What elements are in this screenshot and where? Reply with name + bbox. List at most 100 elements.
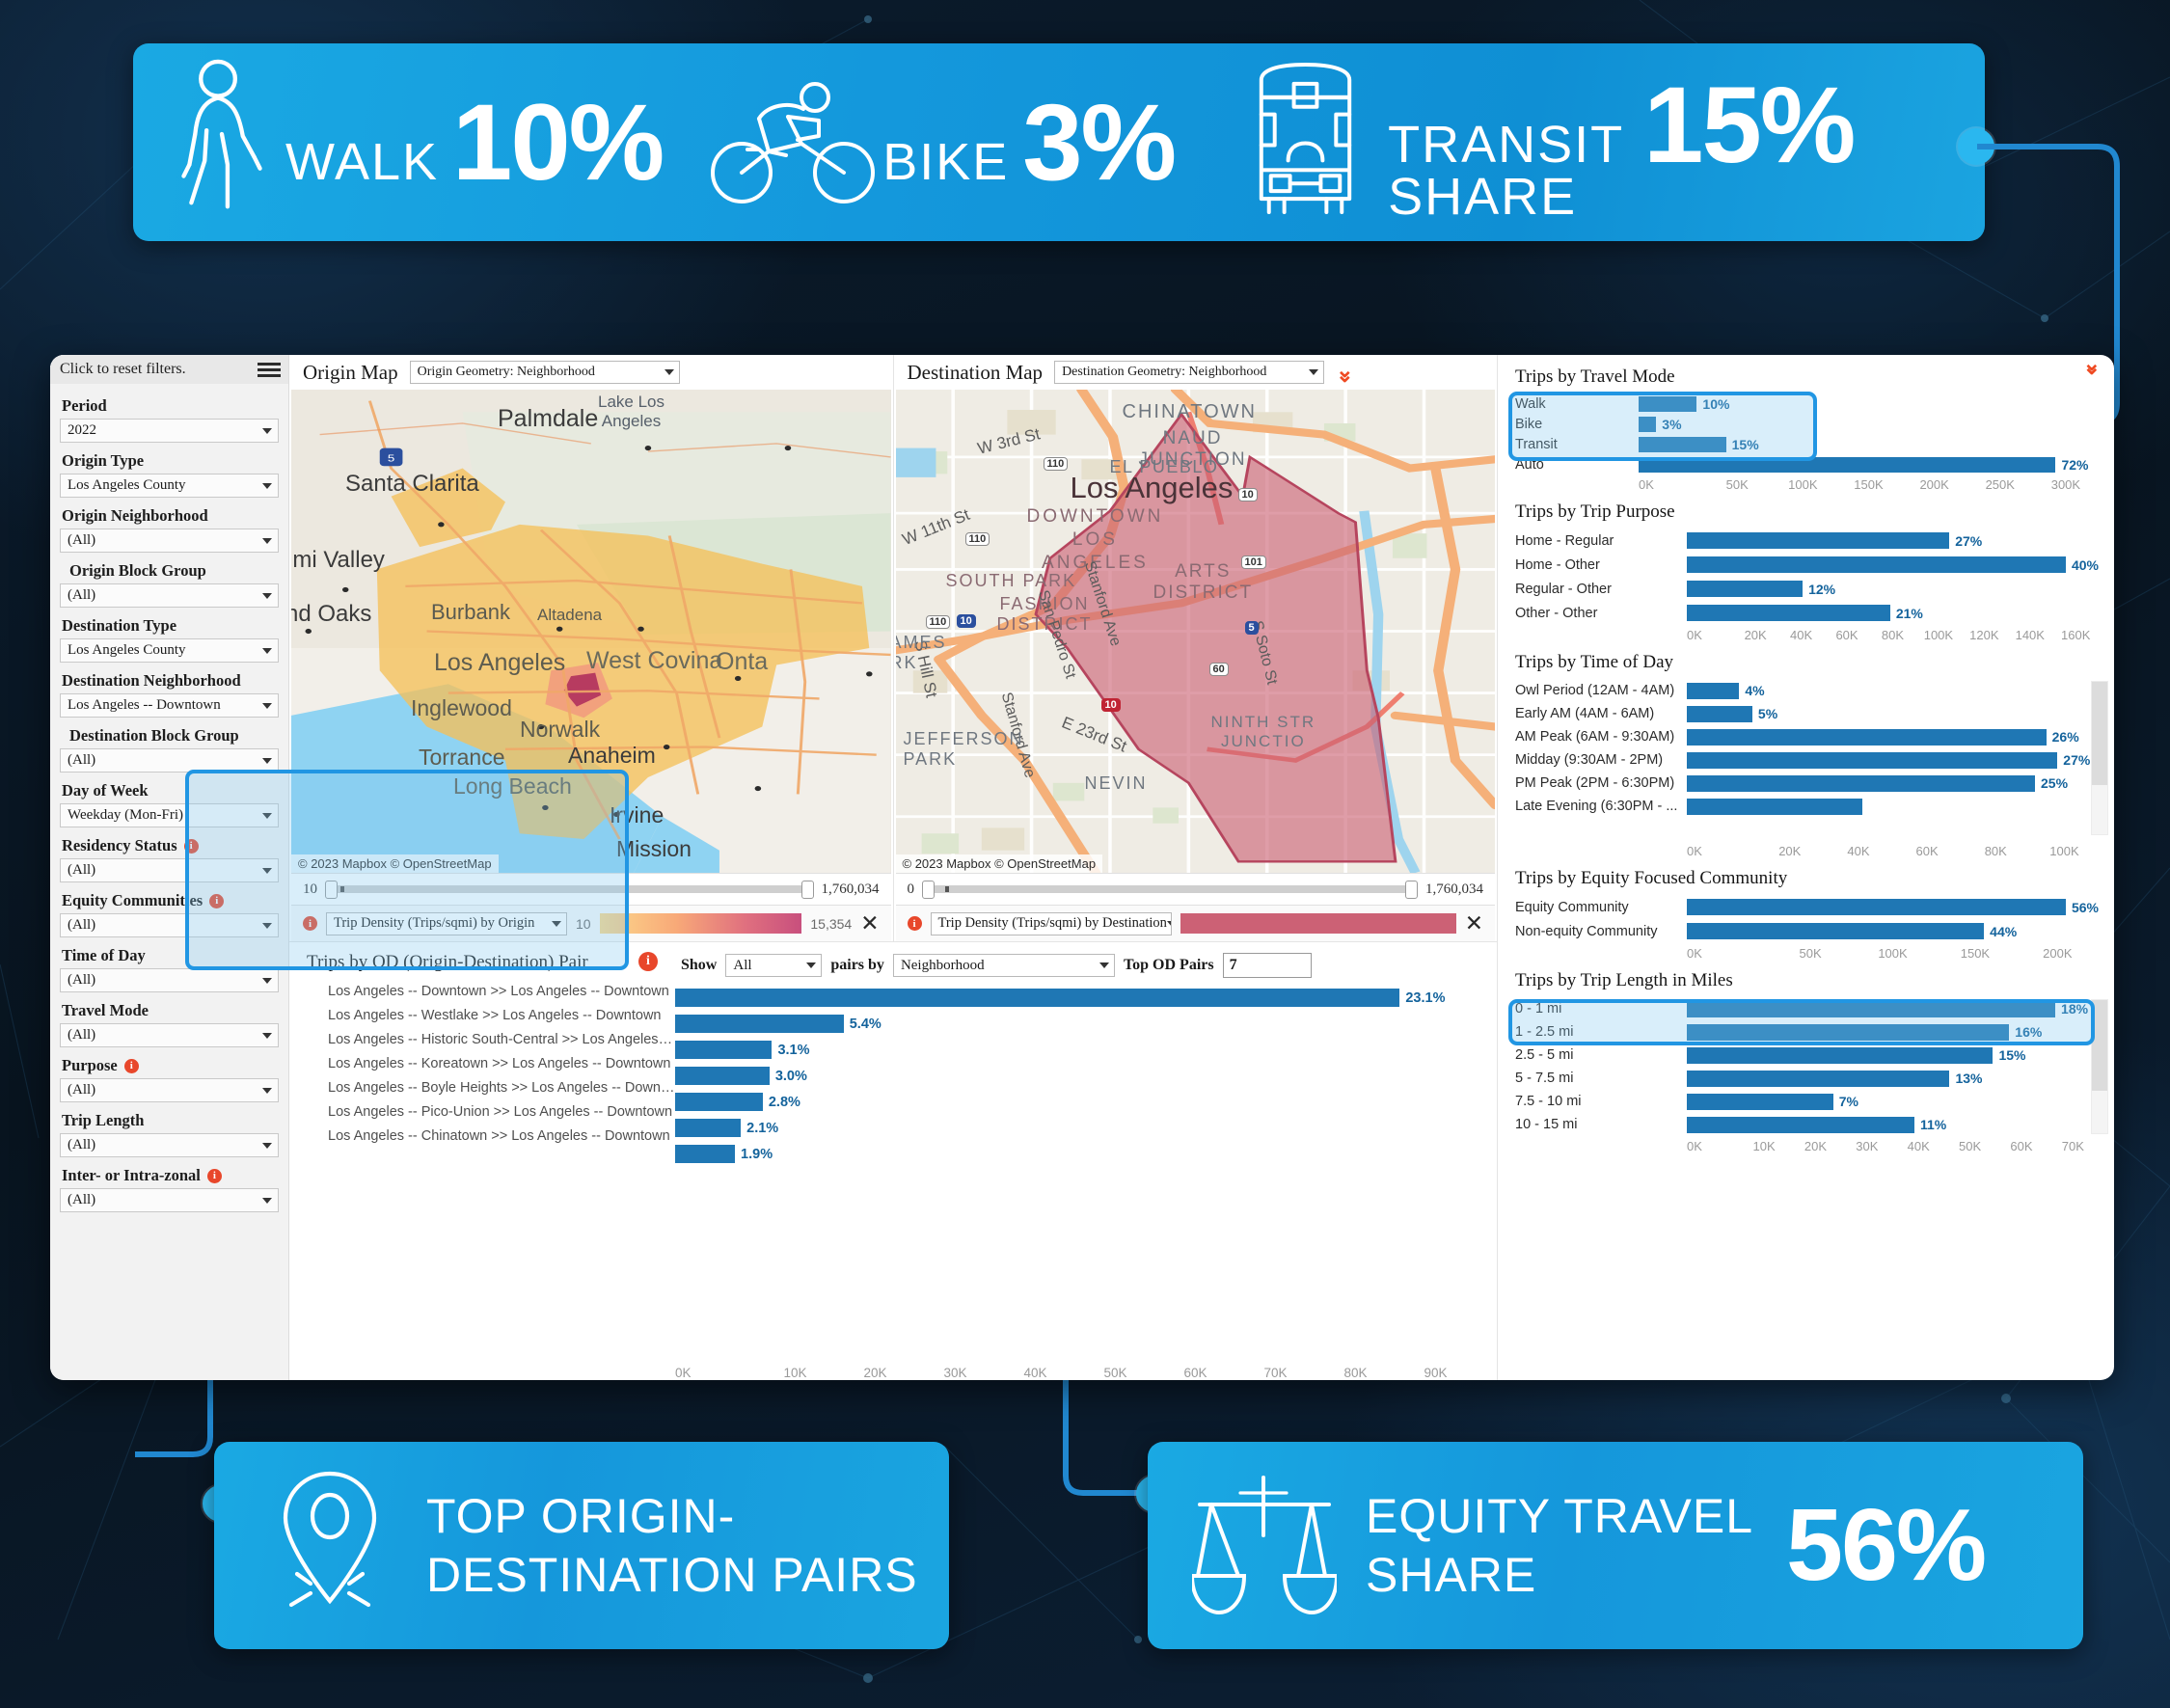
info-icon[interactable]: i	[638, 952, 658, 971]
destination-legend-close-icon[interactable]: ✕	[1465, 912, 1483, 935]
od-axis-tick: 70K	[1263, 1366, 1288, 1380]
info-icon[interactable]: i	[206, 1168, 222, 1183]
chart-row[interactable]: Non-equity Community 44%	[1515, 919, 2099, 943]
chart-row[interactable]: 2.5 - 5 mi 15%	[1515, 1044, 2099, 1067]
chart-row[interactable]: 7.5 - 10 mi 7%	[1515, 1090, 2099, 1113]
origin-slider-knob-max[interactable]	[800, 881, 814, 899]
chart-bar-value: 5%	[1757, 706, 1778, 721]
od-pair-item[interactable]: Los Angeles -- Chinatown >> Los Angeles …	[307, 1125, 675, 1149]
od-pair-item[interactable]: Los Angeles -- Boyle Heights >> Los Ange…	[307, 1076, 675, 1100]
chart-row[interactable]: Transit 15%	[1515, 434, 2099, 454]
od-bar-row[interactable]: 5.4%	[675, 1011, 1476, 1037]
filter-select-9[interactable]: (All)	[60, 913, 279, 937]
chart-row[interactable]: AM Peak (6AM - 9:30AM) 26%	[1515, 725, 2099, 748]
chart-row[interactable]: Home - Regular 27%	[1515, 529, 2099, 553]
info-icon[interactable]: i	[907, 916, 922, 931]
filter-value: (All)	[68, 862, 96, 878]
od-pair-item[interactable]: Los Angeles -- Downtown >> Los Angeles -…	[307, 980, 675, 1004]
od-bar-row[interactable]: 2.8%	[675, 1089, 1476, 1115]
destination-map-canvas[interactable]: CHINATOWN NAUD JUNCTION EL PUEBLO Los Ang…	[895, 390, 1495, 873]
filter-label-13: Trip Length	[62, 1111, 279, 1130]
chart-row[interactable]: Early AM (4AM - 6AM) 5%	[1515, 702, 2099, 725]
chart-bar-value: 27%	[1955, 532, 1983, 549]
origin-legend-close-icon[interactable]: ✕	[860, 912, 879, 935]
filter-select-7[interactable]: Weekday (Mon-Fri)	[60, 803, 279, 827]
filter-select-5[interactable]: Los Angeles -- Downtown	[60, 693, 279, 718]
destination-geometry-select[interactable]: Destination Geometry: Neighborhood	[1054, 361, 1325, 384]
od-bar-row[interactable]: 3.1%	[675, 1037, 1476, 1063]
chart-row[interactable]: 10 - 15 mi 11%	[1515, 1113, 2099, 1136]
filter-select-14[interactable]: (All)	[60, 1188, 279, 1212]
chart-row[interactable]: 0 - 1 mi 18%	[1515, 997, 2099, 1020]
hamburger-icon[interactable]	[258, 362, 281, 377]
chart-row[interactable]: Bike 3%	[1515, 414, 2099, 434]
chart-row[interactable]: Walk 10%	[1515, 393, 2099, 414]
reset-filters-link[interactable]: Click to reset filters.	[60, 361, 186, 378]
od-bar-row[interactable]: 3.0%	[675, 1063, 1476, 1089]
scrollbar-thumb[interactable]	[2092, 1000, 2107, 1091]
filter-label-9: Equity Communities i	[62, 891, 279, 910]
info-icon[interactable]: i	[303, 916, 317, 931]
origin-slider-knob-min[interactable]	[325, 881, 338, 899]
chart-row[interactable]: PM Peak (2PM - 6:30PM) 25%	[1515, 772, 2099, 795]
chart-row[interactable]: Other - Other 21%	[1515, 601, 2099, 625]
od-bar-rows: 23.1% 5.4% 3.1% 3.0% 2.8% 2.1% 1.9%	[675, 981, 1476, 1364]
destination-slider-track[interactable]	[922, 881, 1418, 899]
filter-select-0[interactable]: 2022	[60, 419, 279, 443]
info-icon[interactable]: i	[123, 1058, 139, 1073]
chart-row[interactable]: Auto 72%	[1515, 454, 2099, 474]
origin-slider-track[interactable]	[325, 881, 814, 899]
chart-row[interactable]: Home - Other 40%	[1515, 553, 2099, 577]
destination-slider-knob-max[interactable]	[1405, 881, 1418, 899]
axis-tick: 10K	[1752, 1139, 1776, 1153]
od-pair-item[interactable]: Los Angeles -- Koreatown >> Los Angeles …	[307, 1052, 675, 1076]
od-bar-row[interactable]: 1.9%	[675, 1141, 1476, 1167]
od-pair-item[interactable]: Los Angeles -- Pico-Union >> Los Angeles…	[307, 1100, 675, 1125]
od-bar-value: 5.4%	[849, 1016, 882, 1032]
filter-select-8[interactable]: (All)	[60, 858, 279, 882]
axis-tick: 40K	[1847, 844, 1870, 858]
od-bar-row[interactable]: 2.1%	[675, 1115, 1476, 1141]
od-pair-item[interactable]: Los Angeles -- Historic South-Central >>…	[307, 1028, 675, 1052]
top-od-pairs-input[interactable]: 7	[1222, 953, 1312, 978]
chart-row[interactable]: Late Evening (6:30PM - ...	[1515, 795, 2099, 818]
origin-geometry-select[interactable]: Origin Geometry: Neighborhood	[409, 361, 680, 384]
filter-select-6[interactable]: (All)	[60, 748, 279, 773]
kpi-transit: TRANSIT SHARE 15%	[1231, 61, 1856, 225]
filter-select-4[interactable]: Los Angeles County	[60, 638, 279, 663]
chart-scrollbar[interactable]	[2091, 999, 2108, 1134]
info-icon[interactable]: i	[183, 838, 199, 854]
origin-legend-select[interactable]: Trip Density (Trips/sqmi) by Origin	[326, 911, 567, 935]
chart-row[interactable]: Midday (9:30AM - 2PM) 27%	[1515, 748, 2099, 772]
chart-bar-wrap	[1687, 798, 2099, 815]
info-icon[interactable]: i	[209, 893, 225, 908]
collapse-chevron-icon[interactable]: ⌄ ⌄	[2083, 355, 2101, 378]
filter-select-3[interactable]: (All)	[60, 583, 279, 608]
chart-title: Trips by Trip Length in Miles	[1515, 970, 1733, 990]
od-bar-row[interactable]: 23.1%	[675, 985, 1476, 1011]
chart-row[interactable]: 1 - 2.5 mi 16%	[1515, 1020, 2099, 1044]
collapse-chevron-icon[interactable]: ⌄ ⌄	[1336, 360, 1353, 386]
destination-legend-select[interactable]: Trip Density (Trips/sqmi) by Destination	[930, 911, 1172, 935]
filter-select-13[interactable]: (All)	[60, 1133, 279, 1157]
show-select[interactable]: All	[725, 954, 823, 977]
route-shield: 110	[1043, 457, 1069, 471]
destination-legend-value: Trip Density (Trips/sqmi) by Destination	[937, 915, 1167, 931]
chart-row[interactable]: 5 - 7.5 mi 13%	[1515, 1067, 2099, 1090]
scrollbar-thumb[interactable]	[2092, 682, 2107, 786]
destination-slider-knob-min[interactable]	[922, 881, 935, 899]
filter-select-1[interactable]: Los Angeles County	[60, 474, 279, 498]
filter-select-11[interactable]: (All)	[60, 1023, 279, 1047]
filter-select-10[interactable]: (All)	[60, 968, 279, 992]
chart-scrollbar[interactable]	[2091, 681, 2108, 835]
chart-row[interactable]: Equity Community 56%	[1515, 895, 2099, 919]
od-controls: Show All pairs by Neighborhood Top OD Pa…	[675, 950, 1476, 981]
od-axis-tick: 10K	[783, 1366, 807, 1380]
od-pair-item[interactable]: Los Angeles -- Westlake >> Los Angeles -…	[307, 1004, 675, 1028]
origin-map-canvas[interactable]: 5 Palmdale Lake Los Angeles Santa Clarita…	[291, 390, 891, 873]
chart-row[interactable]: Owl Period (12AM - 4AM) 4%	[1515, 679, 2099, 702]
pairs-by-select[interactable]: Neighborhood	[892, 954, 1115, 977]
filter-select-2[interactable]: (All)	[60, 529, 279, 553]
filter-select-12[interactable]: (All)	[60, 1078, 279, 1102]
chart-row[interactable]: Regular - Other 12%	[1515, 577, 2099, 601]
